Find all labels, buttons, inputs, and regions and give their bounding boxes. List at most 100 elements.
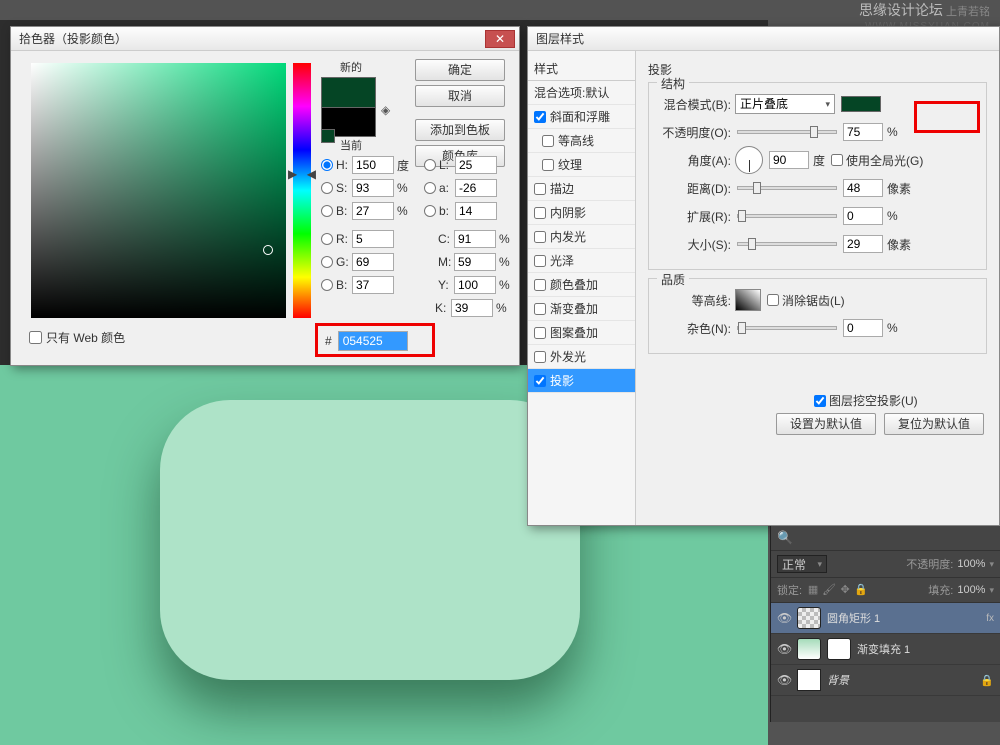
spread-slider[interactable] <box>737 214 837 218</box>
lock-icon[interactable]: 🔒 <box>980 674 994 687</box>
new-color-swatch[interactable] <box>321 77 376 107</box>
style-settings: 投影 结构 混合模式(B): 正片叠底 不透明度(O): % 角度(A): <box>636 51 999 525</box>
s-radio[interactable] <box>321 182 333 194</box>
style-list: 样式 混合选项:默认 斜面和浮雕 等高线 纹理 描边 内阴影 内发光 光泽 颜色… <box>528 51 636 525</box>
default-buttons: 设置为默认值 复位为默认值 <box>776 413 984 435</box>
web-safe-swatch[interactable] <box>321 129 335 143</box>
hue-slider-thumb: ▶◀ <box>288 167 316 181</box>
color-field[interactable] <box>31 63 286 318</box>
quality-group: 品质 等高线: 消除锯齿(L) 杂色(N): % <box>648 278 987 354</box>
lb-input[interactable] <box>455 202 497 220</box>
a-radio[interactable] <box>424 182 436 194</box>
lock-all-icon[interactable]: 🔒 <box>854 583 868 597</box>
distance-input[interactable] <box>843 179 883 197</box>
style-item[interactable]: 光泽 <box>528 249 635 273</box>
r-input[interactable] <box>352 230 394 248</box>
web-only-checkbox[interactable]: 只有 Web 颜色 <box>29 329 125 346</box>
distance-slider[interactable] <box>737 186 837 190</box>
style-item[interactable]: 斜面和浮雕 <box>528 105 635 129</box>
m-input[interactable] <box>454 253 496 271</box>
layer-row[interactable]: 👁 圆角矩形 1 fx <box>771 603 1000 634</box>
h-radio[interactable] <box>321 159 333 171</box>
close-button[interactable]: ✕ <box>485 30 515 48</box>
spread-input[interactable] <box>843 207 883 225</box>
opacity-input[interactable] <box>843 123 883 141</box>
style-item[interactable]: 内阴影 <box>528 201 635 225</box>
style-item[interactable]: 纹理 <box>528 153 635 177</box>
l-input[interactable] <box>455 156 497 174</box>
layer-style-dialog: 图层样式 样式 混合选项:默认 斜面和浮雕 等高线 纹理 描边 内阴影 内发光 … <box>527 26 1000 526</box>
zoom-icon[interactable]: 🔍 <box>777 530 793 546</box>
fx-badge[interactable]: fx <box>986 613 994 624</box>
hex-row: # <box>325 331 408 351</box>
lock-position-icon[interactable]: ✥ <box>838 583 852 597</box>
style-item[interactable]: 外发光 <box>528 345 635 369</box>
global-light-checkbox[interactable]: 使用全局光(G) <box>831 152 923 169</box>
color-value-inputs: H: 度 L: S: % a: B: % <box>321 155 514 321</box>
add-swatch-button[interactable]: 添加到色板 <box>415 119 505 141</box>
layer-row[interactable]: 👁 渐变填充 1 <box>771 634 1000 665</box>
chevron-down-icon[interactable]: ▾ <box>989 585 994 596</box>
y-input[interactable] <box>454 276 496 294</box>
dialog-titlebar[interactable]: 图层样式 <box>528 27 999 51</box>
layers-panel: 🔍 正常 不透明度: 100% ▾ 锁定: ▦ 🖌 ✥ 🔒 填充: 100% ▾… <box>770 526 1000 722</box>
b-radio[interactable] <box>321 205 333 217</box>
bb-radio[interactable] <box>321 279 333 291</box>
contour-picker[interactable] <box>735 289 761 311</box>
l-radio[interactable] <box>424 159 436 171</box>
blend-mode-dropdown[interactable]: 正片叠底 <box>735 94 835 114</box>
shadow-color-chip[interactable] <box>841 96 881 112</box>
ok-button[interactable]: 确定 <box>415 59 505 81</box>
angle-dial[interactable] <box>735 146 763 174</box>
layer-mask-thumb[interactable] <box>827 638 851 660</box>
a-input[interactable] <box>455 179 497 197</box>
size-slider[interactable] <box>737 242 837 246</box>
hue-slider[interactable] <box>293 63 311 318</box>
style-item[interactable]: 渐变叠加 <box>528 297 635 321</box>
visibility-icon[interactable]: 👁 <box>777 611 791 625</box>
h-input[interactable] <box>352 156 394 174</box>
style-item-dropshadow[interactable]: 投影 <box>528 369 635 393</box>
layer-row[interactable]: 👁 背景 🔒 <box>771 665 1000 696</box>
k-input[interactable] <box>451 299 493 317</box>
dialog-titlebar[interactable]: 拾色器（投影颜色） ✕ <box>11 27 519 51</box>
reset-default-button[interactable]: 复位为默认值 <box>884 413 984 435</box>
style-item[interactable]: 图案叠加 <box>528 321 635 345</box>
style-item[interactable]: 描边 <box>528 177 635 201</box>
noise-slider[interactable] <box>737 326 837 330</box>
lock-transparency-icon[interactable]: ▦ <box>806 583 820 597</box>
antialias-checkbox[interactable]: 消除锯齿(L) <box>767 292 845 309</box>
noise-input[interactable] <box>843 319 883 337</box>
set-default-button[interactable]: 设置为默认值 <box>776 413 876 435</box>
b-input[interactable] <box>352 202 394 220</box>
cancel-button[interactable]: 取消 <box>415 85 505 107</box>
bb-input[interactable] <box>352 276 394 294</box>
dialog-buttons: 确定 取消 添加到色板 颜色库 <box>415 59 505 167</box>
hex-input[interactable] <box>338 331 408 351</box>
opacity-slider[interactable] <box>737 130 837 134</box>
visibility-icon[interactable]: 👁 <box>777 673 791 687</box>
visibility-icon[interactable]: 👁 <box>777 642 791 656</box>
layer-thumb[interactable] <box>797 607 821 629</box>
size-input[interactable] <box>843 235 883 253</box>
c-input[interactable] <box>454 230 496 248</box>
lock-pixels-icon[interactable]: 🖌 <box>822 583 836 597</box>
layer-thumb[interactable] <box>797 669 821 691</box>
panel-toolbar: 🔍 <box>771 526 1000 551</box>
g-radio[interactable] <box>321 256 333 268</box>
layer-thumb[interactable] <box>797 638 821 660</box>
angle-input[interactable] <box>769 151 809 169</box>
s-input[interactable] <box>352 179 394 197</box>
style-item[interactable]: 颜色叠加 <box>528 273 635 297</box>
blending-options[interactable]: 混合选项:默认 <box>528 81 635 105</box>
chevron-down-icon[interactable]: ▾ <box>989 559 994 570</box>
lb-radio[interactable] <box>424 205 436 217</box>
gamut-warning-icon[interactable]: ◈ <box>381 103 393 115</box>
r-radio[interactable] <box>321 233 333 245</box>
style-item[interactable]: 等高线 <box>528 129 635 153</box>
structure-group: 结构 混合模式(B): 正片叠底 不透明度(O): % 角度(A): <box>648 82 987 270</box>
g-input[interactable] <box>352 253 394 271</box>
style-item[interactable]: 内发光 <box>528 225 635 249</box>
blend-mode-dropdown[interactable]: 正常 <box>777 555 827 573</box>
knockout-checkbox[interactable]: 图层挖空投影(U) <box>814 392 918 409</box>
